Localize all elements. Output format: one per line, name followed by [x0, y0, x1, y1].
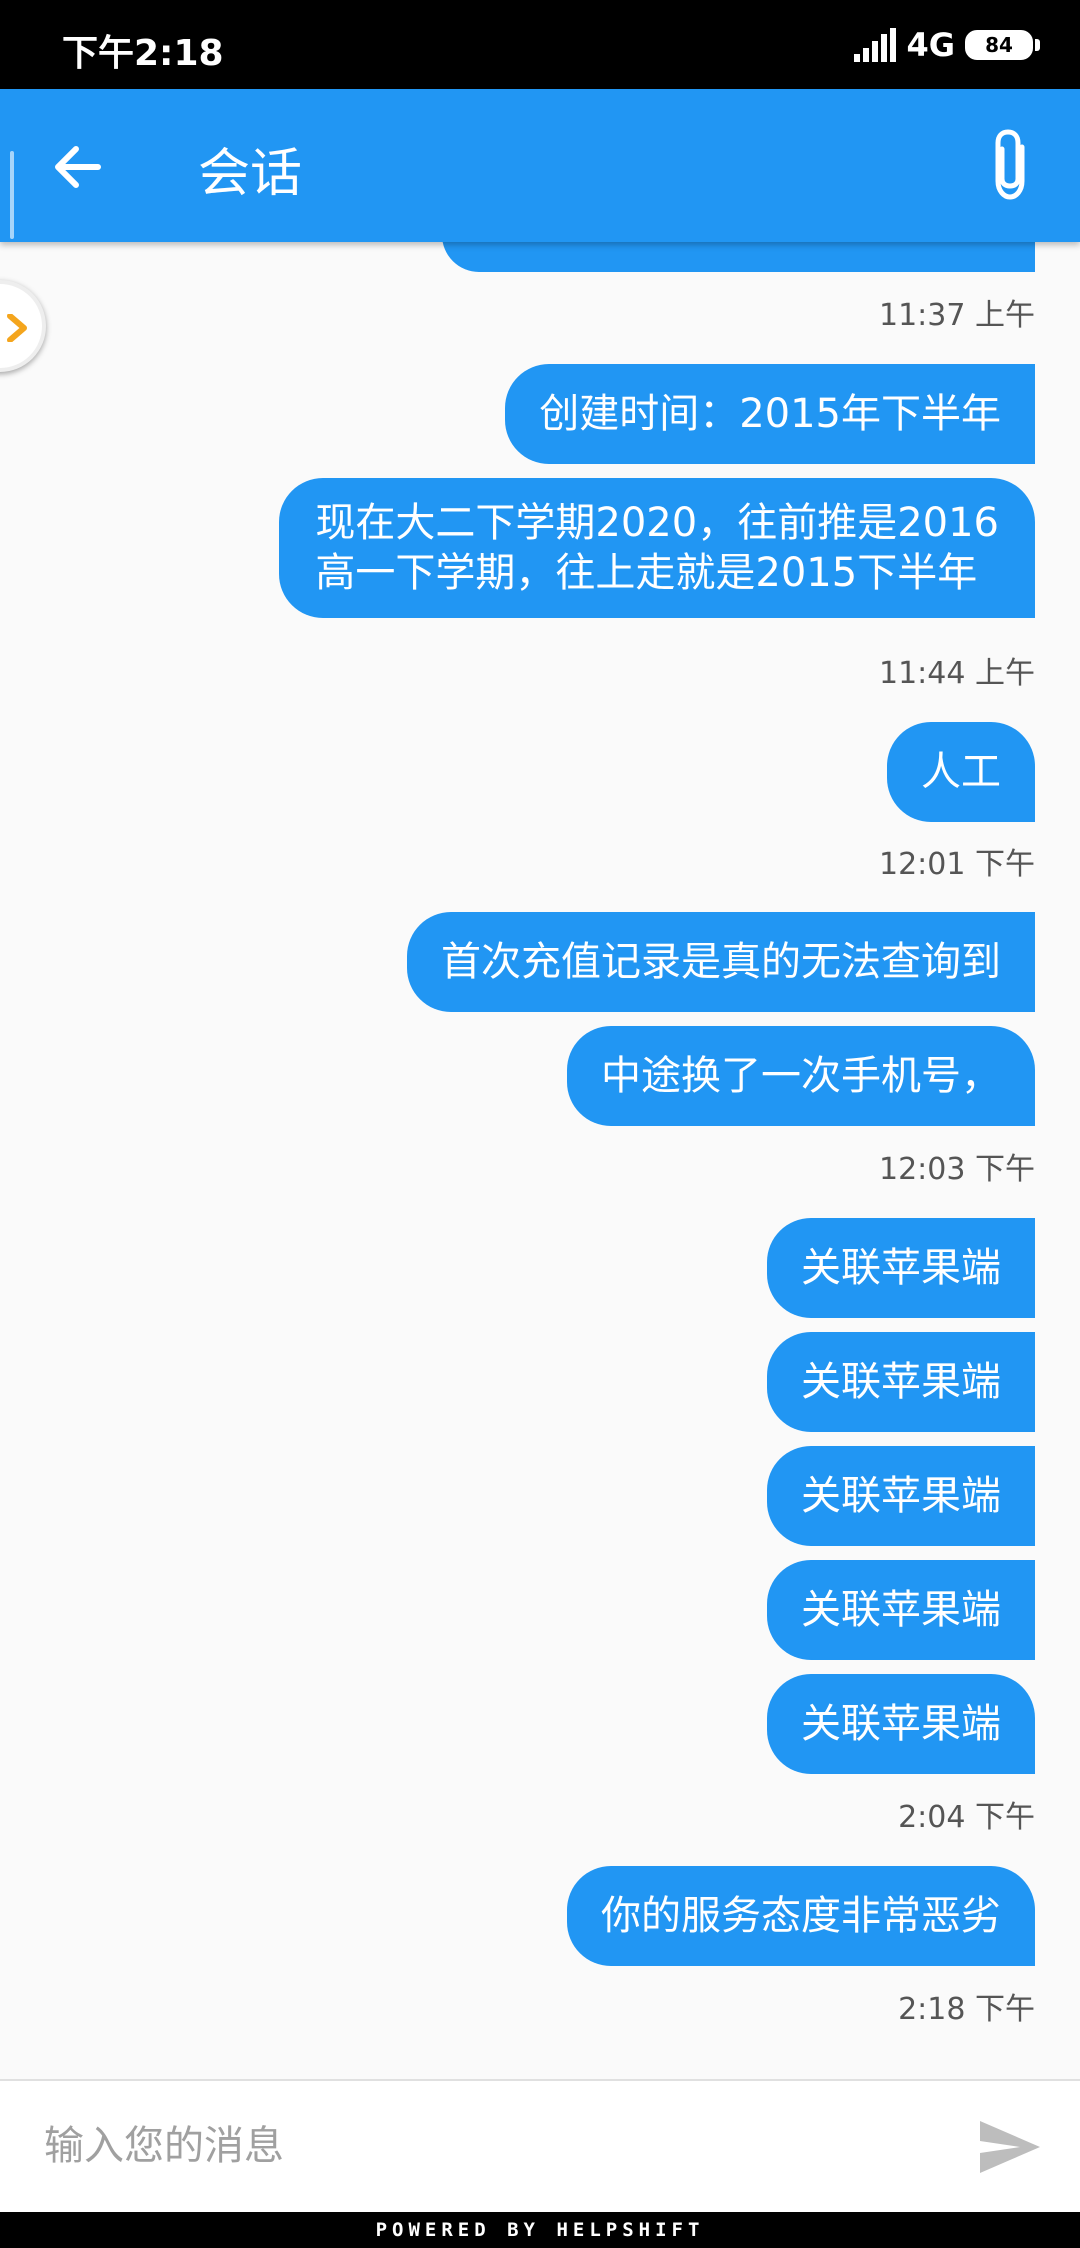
message-bubble: 现在大二下学期2020，往前推是2016 高一下学期，往上走就是2015下半年 — [279, 478, 1035, 618]
page-title: 会话 — [198, 144, 303, 204]
message-bubble: 关联苹果端 — [767, 1560, 1035, 1660]
message-timestamp: 12:03 下午 — [879, 1152, 1035, 1187]
battery-tip — [1035, 39, 1040, 51]
message-line: 高一下学期，往上走就是2015下半年 — [315, 550, 978, 596]
message-timestamp: 2:18 下午 — [898, 1992, 1035, 2027]
status-time: 下午2:18 — [62, 33, 224, 74]
message-timestamp: 12:01 下午 — [879, 847, 1035, 882]
message-input[interactable] — [44, 2111, 924, 2181]
app-bar: 会话 — [0, 89, 1080, 242]
powered-by-footer: POWERED BY HELPSHIFT — [0, 2212, 1080, 2248]
status-indicators: 4G 84 — [854, 26, 1040, 64]
send-icon[interactable] — [978, 2117, 1042, 2177]
message-bubble: 中途换了一次手机号， — [567, 1026, 1035, 1126]
message-bubble: 关联苹果端 — [767, 1218, 1035, 1318]
signal-icon — [854, 28, 897, 62]
message-bubble: 人工 — [887, 722, 1035, 822]
message-line: 现在大二下学期2020，往前推是2016 — [315, 500, 999, 546]
status-bar: 下午2:18 4G 84 — [0, 0, 1080, 89]
message-bubble-partial — [442, 242, 1035, 272]
message-timestamp: 2:04 下午 — [898, 1800, 1035, 1835]
message-bubble: 首次充值记录是真的无法查询到 — [407, 912, 1035, 1012]
battery-icon: 84 — [965, 30, 1033, 60]
chevron-right-icon — [7, 314, 27, 342]
message-bubble: 创建时间：2015年下半年 — [505, 364, 1035, 464]
message-bubble: 关联苹果端 — [767, 1332, 1035, 1432]
edge-indicator — [10, 151, 14, 239]
network-type: 4G — [906, 26, 955, 64]
message-bubble: 你的服务态度非常恶劣 — [567, 1866, 1035, 1966]
battery-level: 84 — [985, 33, 1013, 57]
message-bubble: 关联苹果端 — [767, 1446, 1035, 1546]
composer-bar — [0, 2079, 1080, 2212]
message-list[interactable]: 11:37 上午 创建时间：2015年下半年 现在大二下学期2020，往前推是2… — [0, 242, 1080, 2080]
message-timestamp: 11:37 上午 — [879, 298, 1035, 333]
paperclip-icon[interactable] — [982, 125, 1038, 205]
arrow-left-icon[interactable] — [46, 135, 110, 199]
message-timestamp: 11:44 上午 — [879, 656, 1035, 691]
message-bubble: 关联苹果端 — [767, 1674, 1035, 1774]
